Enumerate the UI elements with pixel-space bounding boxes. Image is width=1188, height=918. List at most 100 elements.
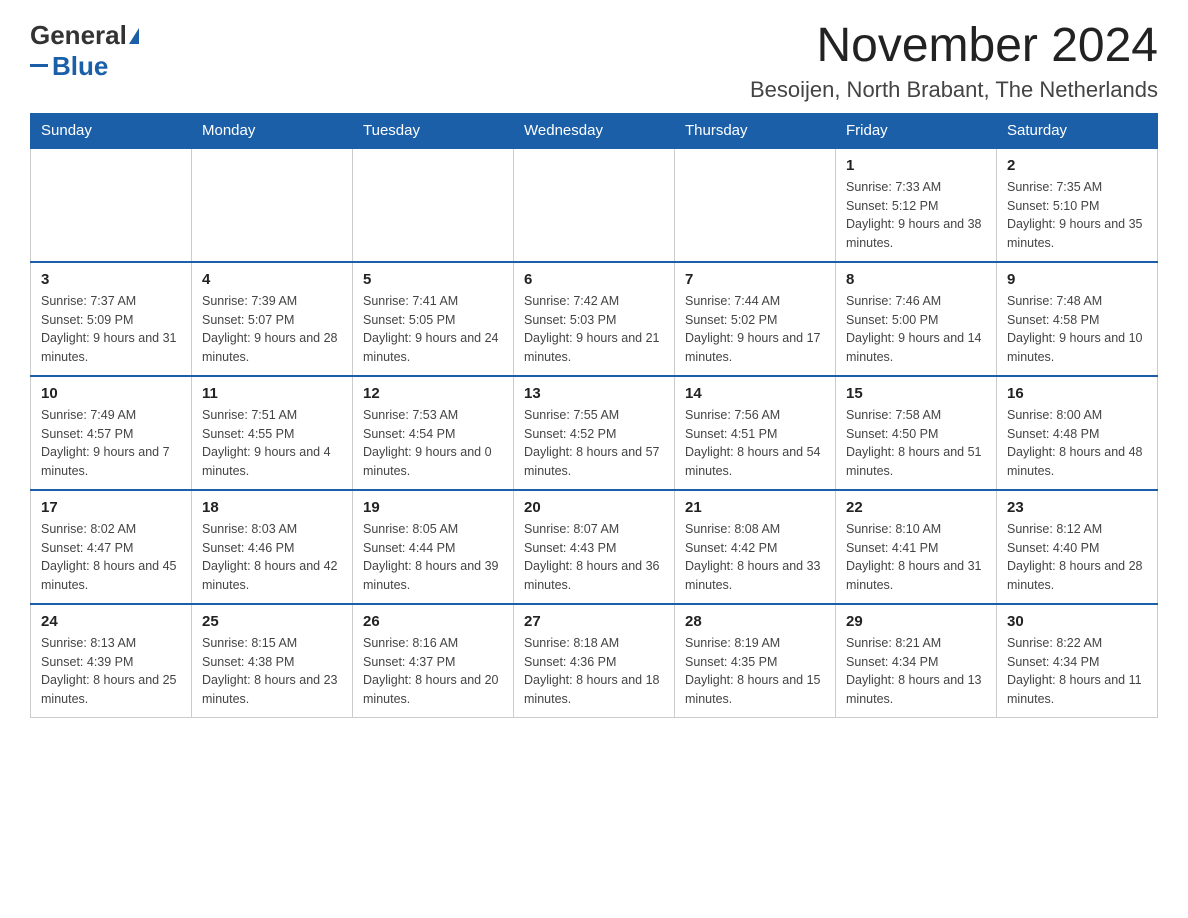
column-header-thursday: Thursday: [675, 113, 836, 148]
day-info: Sunrise: 7:41 AMSunset: 5:05 PMDaylight:…: [363, 292, 503, 367]
day-number: 21: [685, 499, 825, 516]
calendar-cell: [192, 148, 353, 262]
calendar-cell: 5 Sunrise: 7:41 AMSunset: 5:05 PMDaylight…: [353, 262, 514, 376]
calendar-week-row: 1 Sunrise: 7:33 AMSunset: 5:12 PMDaylight…: [31, 148, 1158, 262]
day-number: 5: [363, 271, 503, 288]
day-info: Sunrise: 8:05 AMSunset: 4:44 PMDaylight:…: [363, 520, 503, 595]
day-number: 12: [363, 385, 503, 402]
column-header-sunday: Sunday: [31, 113, 192, 148]
day-number: 15: [846, 385, 986, 402]
calendar-cell: 6 Sunrise: 7:42 AMSunset: 5:03 PMDaylight…: [514, 262, 675, 376]
calendar-cell: 13 Sunrise: 7:55 AMSunset: 4:52 PMDayligh…: [514, 376, 675, 490]
calendar-cell: 20 Sunrise: 8:07 AMSunset: 4:43 PMDayligh…: [514, 490, 675, 604]
day-number: 20: [524, 499, 664, 516]
calendar-cell: 19 Sunrise: 8:05 AMSunset: 4:44 PMDayligh…: [353, 490, 514, 604]
day-info: Sunrise: 7:42 AMSunset: 5:03 PMDaylight:…: [524, 292, 664, 367]
day-info: Sunrise: 8:13 AMSunset: 4:39 PMDaylight:…: [41, 634, 181, 709]
calendar-cell: [514, 148, 675, 262]
day-number: 23: [1007, 499, 1147, 516]
column-header-friday: Friday: [836, 113, 997, 148]
logo-general-text: General: [30, 20, 127, 51]
day-info: Sunrise: 7:33 AMSunset: 5:12 PMDaylight:…: [846, 178, 986, 253]
day-info: Sunrise: 7:53 AMSunset: 4:54 PMDaylight:…: [363, 406, 503, 481]
day-info: Sunrise: 7:37 AMSunset: 5:09 PMDaylight:…: [41, 292, 181, 367]
day-number: 16: [1007, 385, 1147, 402]
calendar-cell: 12 Sunrise: 7:53 AMSunset: 4:54 PMDayligh…: [353, 376, 514, 490]
column-header-saturday: Saturday: [997, 113, 1158, 148]
day-number: 13: [524, 385, 664, 402]
day-number: 17: [41, 499, 181, 516]
day-number: 4: [202, 271, 342, 288]
day-info: Sunrise: 8:15 AMSunset: 4:38 PMDaylight:…: [202, 634, 342, 709]
logo: General Blue: [30, 20, 139, 82]
day-number: 25: [202, 613, 342, 630]
calendar-cell: [31, 148, 192, 262]
calendar-week-row: 3 Sunrise: 7:37 AMSunset: 5:09 PMDaylight…: [31, 262, 1158, 376]
calendar-week-row: 24 Sunrise: 8:13 AMSunset: 4:39 PMDayligh…: [31, 604, 1158, 718]
day-info: Sunrise: 8:12 AMSunset: 4:40 PMDaylight:…: [1007, 520, 1147, 595]
day-info: Sunrise: 7:49 AMSunset: 4:57 PMDaylight:…: [41, 406, 181, 481]
day-number: 14: [685, 385, 825, 402]
calendar-cell: 30 Sunrise: 8:22 AMSunset: 4:34 PMDayligh…: [997, 604, 1158, 718]
calendar-cell: 3 Sunrise: 7:37 AMSunset: 5:09 PMDaylight…: [31, 262, 192, 376]
calendar-cell: 14 Sunrise: 7:56 AMSunset: 4:51 PMDayligh…: [675, 376, 836, 490]
calendar-cell: 25 Sunrise: 8:15 AMSunset: 4:38 PMDayligh…: [192, 604, 353, 718]
day-info: Sunrise: 8:22 AMSunset: 4:34 PMDaylight:…: [1007, 634, 1147, 709]
header: General Blue November 2024 Besoijen, Nor…: [30, 20, 1158, 103]
calendar-cell: 9Sunrise: 7:48 AMSunset: 4:58 PMDaylight…: [997, 262, 1158, 376]
day-info: Sunrise: 8:16 AMSunset: 4:37 PMDaylight:…: [363, 634, 503, 709]
day-number: 22: [846, 499, 986, 516]
calendar-cell: 28Sunrise: 8:19 AMSunset: 4:35 PMDayligh…: [675, 604, 836, 718]
title-area: November 2024 Besoijen, North Brabant, T…: [750, 20, 1158, 103]
calendar-cell: 17 Sunrise: 8:02 AMSunset: 4:47 PMDayligh…: [31, 490, 192, 604]
calendar-cell: [353, 148, 514, 262]
day-number: 8: [846, 271, 986, 288]
day-info: Sunrise: 7:58 AMSunset: 4:50 PMDaylight:…: [846, 406, 986, 481]
day-number: 7: [685, 271, 825, 288]
day-info: Sunrise: 7:51 AMSunset: 4:55 PMDaylight:…: [202, 406, 342, 481]
day-number: 1: [846, 157, 986, 174]
day-number: 3: [41, 271, 181, 288]
day-info: Sunrise: 8:21 AMSunset: 4:34 PMDaylight:…: [846, 634, 986, 709]
calendar-week-row: 10Sunrise: 7:49 AMSunset: 4:57 PMDayligh…: [31, 376, 1158, 490]
day-number: 19: [363, 499, 503, 516]
day-info: Sunrise: 7:39 AMSunset: 5:07 PMDaylight:…: [202, 292, 342, 367]
calendar-cell: 16Sunrise: 8:00 AMSunset: 4:48 PMDayligh…: [997, 376, 1158, 490]
day-info: Sunrise: 7:48 AMSunset: 4:58 PMDaylight:…: [1007, 292, 1147, 367]
column-header-tuesday: Tuesday: [353, 113, 514, 148]
day-info: Sunrise: 8:07 AMSunset: 4:43 PMDaylight:…: [524, 520, 664, 595]
calendar-cell: 18 Sunrise: 8:03 AMSunset: 4:46 PMDayligh…: [192, 490, 353, 604]
day-info: Sunrise: 8:08 AMSunset: 4:42 PMDaylight:…: [685, 520, 825, 595]
day-info: Sunrise: 8:03 AMSunset: 4:46 PMDaylight:…: [202, 520, 342, 595]
calendar-cell: 7Sunrise: 7:44 AMSunset: 5:02 PMDaylight…: [675, 262, 836, 376]
day-info: Sunrise: 8:02 AMSunset: 4:47 PMDaylight:…: [41, 520, 181, 595]
calendar-cell: 15 Sunrise: 7:58 AMSunset: 4:50 PMDayligh…: [836, 376, 997, 490]
day-number: 18: [202, 499, 342, 516]
day-number: 29: [846, 613, 986, 630]
calendar-cell: 1 Sunrise: 7:33 AMSunset: 5:12 PMDaylight…: [836, 148, 997, 262]
calendar-cell: 4 Sunrise: 7:39 AMSunset: 5:07 PMDaylight…: [192, 262, 353, 376]
day-number: 11: [202, 385, 342, 402]
day-info: Sunrise: 7:35 AMSunset: 5:10 PMDaylight:…: [1007, 178, 1147, 253]
day-info: Sunrise: 7:56 AMSunset: 4:51 PMDaylight:…: [685, 406, 825, 481]
calendar-week-row: 17 Sunrise: 8:02 AMSunset: 4:47 PMDayligh…: [31, 490, 1158, 604]
calendar-cell: 10Sunrise: 7:49 AMSunset: 4:57 PMDayligh…: [31, 376, 192, 490]
day-number: 26: [363, 613, 503, 630]
calendar-cell: 24 Sunrise: 8:13 AMSunset: 4:39 PMDayligh…: [31, 604, 192, 718]
calendar-cell: 26 Sunrise: 8:16 AMSunset: 4:37 PMDayligh…: [353, 604, 514, 718]
calendar-cell: 2Sunrise: 7:35 AMSunset: 5:10 PMDaylight…: [997, 148, 1158, 262]
calendar-cell: 23 Sunrise: 8:12 AMSunset: 4:40 PMDayligh…: [997, 490, 1158, 604]
day-number: 28: [685, 613, 825, 630]
calendar-cell: 11 Sunrise: 7:51 AMSunset: 4:55 PMDayligh…: [192, 376, 353, 490]
day-info: Sunrise: 7:55 AMSunset: 4:52 PMDaylight:…: [524, 406, 664, 481]
logo-bar-icon: [30, 64, 48, 67]
day-number: 6: [524, 271, 664, 288]
day-number: 24: [41, 613, 181, 630]
logo-blue-text: Blue: [52, 51, 108, 82]
calendar-cell: 29 Sunrise: 8:21 AMSunset: 4:34 PMDayligh…: [836, 604, 997, 718]
location-title: Besoijen, North Brabant, The Netherlands: [750, 77, 1158, 103]
month-title: November 2024: [750, 20, 1158, 73]
calendar-cell: 21 Sunrise: 8:08 AMSunset: 4:42 PMDayligh…: [675, 490, 836, 604]
day-number: 30: [1007, 613, 1147, 630]
calendar-table: SundayMondayTuesdayWednesdayThursdayFrid…: [30, 113, 1158, 718]
